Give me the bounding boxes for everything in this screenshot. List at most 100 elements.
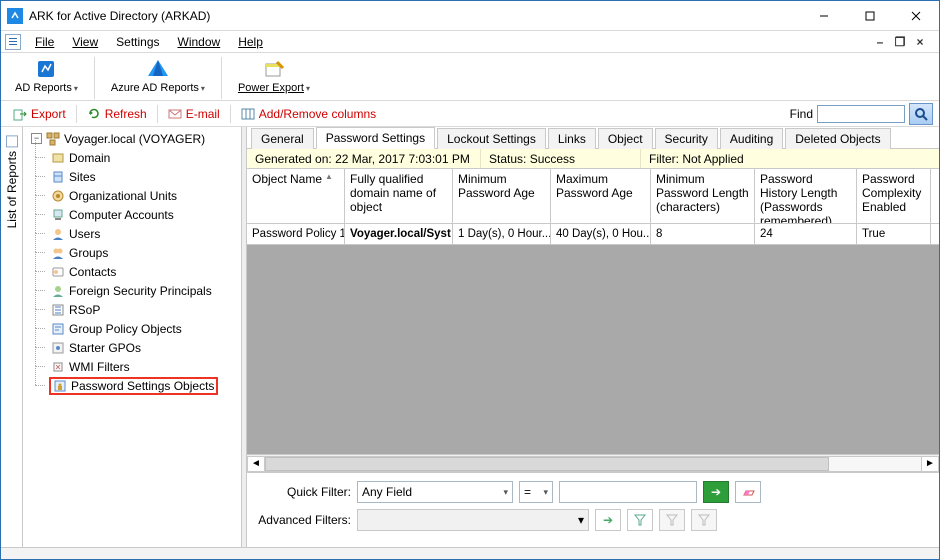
tree-item-label: WMI Filters xyxy=(69,360,130,374)
find-input[interactable] xyxy=(817,105,905,123)
chevron-down-icon: ▾ xyxy=(74,84,78,93)
tab-auditing[interactable]: Auditing xyxy=(720,128,783,149)
tab-deleted-objects[interactable]: Deleted Objects xyxy=(785,128,890,149)
tree-item-label: Computer Accounts xyxy=(69,208,174,222)
tree-item-contacts[interactable]: Contacts xyxy=(47,262,246,281)
find-label: Find xyxy=(790,107,813,121)
table-cell: Voyager.local/Syst xyxy=(345,224,453,244)
maximize-button[interactable] xyxy=(847,1,893,31)
chevron-down-icon: ▾ xyxy=(503,487,508,498)
scroll-right-button[interactable]: ► xyxy=(921,456,939,472)
menu-window[interactable]: Window xyxy=(170,33,229,51)
tree-root-node[interactable]: − Voyager.local (VOYAGER) xyxy=(27,129,246,148)
search-icon xyxy=(914,107,928,121)
tree-item-label: Organizational Units xyxy=(69,189,177,203)
tree-item-icon xyxy=(53,379,67,393)
horizontal-scrollbar[interactable]: ◄ ► xyxy=(247,454,939,472)
filter-funnel-button[interactable] xyxy=(627,509,653,531)
menu-file[interactable]: File xyxy=(27,33,62,51)
tree-item-icon xyxy=(51,170,65,184)
status-bar xyxy=(1,547,939,559)
column-header[interactable]: Fully qualified domain name of object xyxy=(345,169,453,223)
tree-item-label: Contacts xyxy=(69,265,116,279)
scroll-track[interactable] xyxy=(265,456,921,472)
filter-funnel-disabled-2 xyxy=(691,509,717,531)
system-menu-icon[interactable] xyxy=(5,34,21,50)
mdi-minimize-icon[interactable]: – xyxy=(873,35,887,49)
tree-item-computer-accounts[interactable]: Computer Accounts xyxy=(47,205,246,224)
column-header[interactable]: Minimum Password Length (characters) xyxy=(651,169,755,223)
tree-item-icon xyxy=(51,341,65,355)
quick-filter-operator-select[interactable]: =▾ xyxy=(519,481,553,503)
email-label: E-mail xyxy=(186,107,220,121)
tree-item-group-policy-objects[interactable]: Group Policy Objects xyxy=(47,319,246,338)
grid-body: Password Policy 1Voyager.local/Syst1 Day… xyxy=(247,224,939,454)
tree-item-sites[interactable]: Sites xyxy=(47,167,246,186)
tab-general[interactable]: General xyxy=(251,128,314,149)
tree-item-label: Users xyxy=(69,227,100,241)
tab-lockout-settings[interactable]: Lockout Settings xyxy=(437,128,546,149)
quick-filter-value-input[interactable] xyxy=(559,481,697,503)
refresh-button[interactable]: Refresh xyxy=(81,106,153,122)
quick-filter-field-select[interactable]: Any Field▾ xyxy=(357,481,513,503)
funnel-icon xyxy=(634,514,646,526)
email-button[interactable]: E-mail xyxy=(162,106,226,122)
window-title: ARK for Active Directory (ARKAD) xyxy=(29,9,801,23)
apply-filter-button[interactable]: ➔ xyxy=(703,481,729,503)
column-header[interactable]: Password Complexity Enabled xyxy=(857,169,931,223)
menubar: File View Settings Window Help – ❐ × xyxy=(1,31,939,53)
tab-password-settings[interactable]: Password Settings xyxy=(316,127,435,149)
advanced-filter-select[interactable]: ▾ xyxy=(357,509,589,531)
email-icon xyxy=(168,107,182,121)
tree-item-label: Domain xyxy=(69,151,110,165)
tree-item-starter-gpos[interactable]: Starter GPOs xyxy=(47,338,246,357)
ad-reports-button[interactable]: AD Reports▾ xyxy=(7,55,86,96)
side-tab-list-of-reports[interactable]: List of Reports xyxy=(1,127,23,547)
scroll-thumb[interactable] xyxy=(265,457,829,471)
tree-item-label: Groups xyxy=(69,246,108,260)
tree-item-groups[interactable]: Groups xyxy=(47,243,246,262)
tree-root-label: Voyager.local (VOYAGER) xyxy=(64,132,205,146)
tree-item-icon xyxy=(51,265,65,279)
menu-view[interactable]: View xyxy=(64,33,106,51)
column-header[interactable]: Minimum Password Age xyxy=(453,169,551,223)
generated-value: 22 Mar, 2017 7:03:01 PM xyxy=(335,152,470,166)
power-export-button[interactable]: Power Export▾ xyxy=(230,55,318,96)
close-button[interactable] xyxy=(893,1,939,31)
column-header[interactable]: Password History Length (Passwords remem… xyxy=(755,169,857,223)
filter-label: Filter: xyxy=(649,152,679,166)
power-export-label: Power Export xyxy=(238,82,304,94)
menu-settings[interactable]: Settings xyxy=(108,33,167,51)
mdi-restore-icon[interactable]: ❐ xyxy=(893,35,907,49)
table-row[interactable]: Password Policy 1Voyager.local/Syst1 Day… xyxy=(247,224,939,245)
tree-item-label: Group Policy Objects xyxy=(69,322,182,336)
tree-item-password-settings-objects[interactable]: Password Settings Objects xyxy=(47,376,246,395)
collapse-toggle[interactable]: − xyxy=(31,133,42,144)
tree-item-wmi-filters[interactable]: WMI Filters xyxy=(47,357,246,376)
tab-links[interactable]: Links xyxy=(548,128,596,149)
funnel-icon xyxy=(698,514,710,526)
funnel-icon xyxy=(666,514,678,526)
scroll-left-button[interactable]: ◄ xyxy=(247,456,265,472)
tab-object[interactable]: Object xyxy=(598,128,653,149)
tree-item-users[interactable]: Users xyxy=(47,224,246,243)
column-header[interactable]: Object Name▲ xyxy=(247,169,345,223)
find-button[interactable] xyxy=(909,103,933,125)
column-header[interactable]: Maximum Password Age xyxy=(551,169,651,223)
eraser-icon xyxy=(741,487,755,497)
clear-filter-button[interactable] xyxy=(735,481,761,503)
add-remove-columns-button[interactable]: Add/Remove columns xyxy=(235,106,382,122)
menu-help[interactable]: Help xyxy=(230,33,271,51)
tree-item-domain[interactable]: Domain xyxy=(47,148,246,167)
mdi-close-icon[interactable]: × xyxy=(913,35,927,49)
minimize-button[interactable] xyxy=(801,1,847,31)
tree-item-rsop[interactable]: RSoP xyxy=(47,300,246,319)
tree-item-organizational-units[interactable]: Organizational Units xyxy=(47,186,246,205)
status-label: Status: xyxy=(489,152,526,166)
advanced-apply-button[interactable]: ➔ xyxy=(595,509,621,531)
tab-security[interactable]: Security xyxy=(655,128,718,149)
tree-item-foreign-security-principals[interactable]: Foreign Security Principals xyxy=(47,281,246,300)
azure-ad-reports-button[interactable]: Azure AD Reports▾ xyxy=(103,55,213,96)
export-button[interactable]: Export xyxy=(7,106,72,122)
ribbon: AD Reports▾ Azure AD Reports▾ Power Expo… xyxy=(1,53,939,101)
